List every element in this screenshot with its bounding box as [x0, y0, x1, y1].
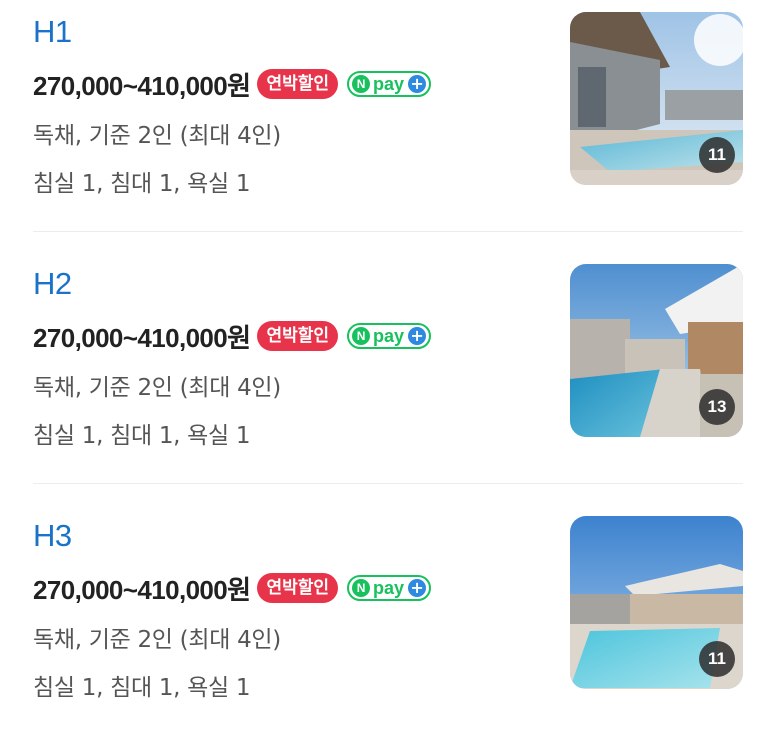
discount-badge: 연박할인 [257, 69, 339, 99]
listing-photo[interactable]: 11 [570, 12, 743, 185]
photo-count-badge: 13 [699, 389, 735, 425]
listing-rooms: 침실 1, 침대 1, 욕실 1 [33, 171, 251, 197]
npay-label: pay [373, 73, 405, 94]
divider [33, 483, 743, 484]
plus-icon: + [408, 327, 427, 345]
price-row: 270,000~410,000원 연박할인 N pay + [33, 318, 432, 354]
price-range: 270,000~410,000원 [33, 70, 251, 101]
listing-description: 독채, 기준 2인 (최대 4인) [33, 627, 281, 653]
npay-badge: N pay + [347, 71, 432, 97]
npay-badge: N pay + [347, 575, 432, 601]
price-row: 270,000~410,000원 연박할인 N pay + [33, 570, 432, 606]
listing-item[interactable]: H2 270,000~410,000원 연박할인 N pay + 독채, 기준 … [0, 252, 773, 504]
listing-description: 독채, 기준 2인 (최대 4인) [33, 375, 281, 401]
divider [33, 231, 743, 232]
price-range: 270,000~410,000원 [33, 322, 251, 353]
listing-rooms: 침실 1, 침대 1, 욕실 1 [33, 423, 251, 449]
listing-title[interactable]: H1 [33, 14, 72, 50]
price-range: 270,000~410,000원 [33, 574, 251, 605]
listing-title[interactable]: H2 [33, 266, 72, 302]
discount-badge: 연박할인 [257, 573, 339, 603]
listing-item[interactable]: H1 270,000~410,000원 연박할인 N pay + 독채, 기준 … [0, 0, 773, 252]
plus-icon: + [408, 579, 427, 597]
listing-list: H1 270,000~410,000원 연박할인 N pay + 독채, 기준 … [0, 0, 773, 721]
price-row: 270,000~410,000원 연박할인 N pay + [33, 66, 432, 102]
listing-rooms: 침실 1, 침대 1, 욕실 1 [33, 675, 251, 701]
photo-count-badge: 11 [699, 641, 735, 677]
listing-item[interactable]: H3 270,000~410,000원 연박할인 N pay + 독채, 기준 … [0, 504, 773, 756]
npay-label: pay [373, 325, 405, 346]
plus-icon: + [408, 75, 427, 93]
npay-badge: N pay + [347, 323, 432, 349]
npay-logo-icon: N [352, 579, 371, 597]
npay-label: pay [373, 577, 405, 598]
npay-logo-icon: N [352, 327, 371, 345]
listing-photo[interactable]: 11 [570, 516, 743, 689]
discount-badge: 연박할인 [257, 321, 339, 351]
npay-logo-icon: N [352, 75, 371, 93]
listing-title[interactable]: H3 [33, 518, 72, 554]
listing-description: 독채, 기준 2인 (최대 4인) [33, 123, 281, 149]
listing-photo[interactable]: 13 [570, 264, 743, 437]
photo-count-badge: 11 [699, 137, 735, 173]
